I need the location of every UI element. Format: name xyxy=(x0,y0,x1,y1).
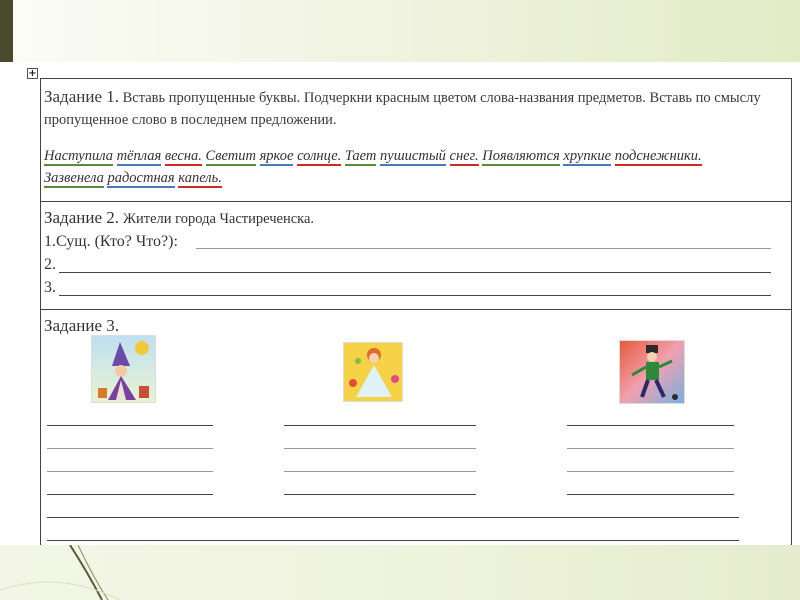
answer-line-col2-1[interactable] xyxy=(284,425,476,426)
wizard-icon xyxy=(98,341,149,400)
slide-accent-strip xyxy=(0,0,13,62)
task1-section: Задание 1. Вставь пропущенные буквы. Под… xyxy=(41,79,791,202)
answer-line-1[interactable] xyxy=(196,248,771,249)
answer-line-col1-2[interactable] xyxy=(47,448,213,449)
task2-title: Задание 2. xyxy=(44,208,119,227)
answer-line-3[interactable] xyxy=(59,295,771,296)
jester-icon xyxy=(631,345,678,400)
answer-line-col2-4[interactable] xyxy=(284,494,476,495)
task2-section: Задание 2. Жители города Частиреченска. … xyxy=(41,202,791,310)
task1-instruction: Вставь пропущенные буквы. Подчеркни крас… xyxy=(44,90,761,128)
word-sneg: снег. xyxy=(449,148,479,166)
task1-title: Задание 1. xyxy=(44,87,119,106)
task2-header: Задание 2. Жители города Частиреченска. xyxy=(44,208,314,228)
answer-line-col1-1[interactable] xyxy=(47,425,213,426)
answer-line-col2-3[interactable] xyxy=(284,471,476,472)
word-svetit: Светит xyxy=(205,148,256,166)
answer-line-col1-4[interactable] xyxy=(47,494,213,495)
slide-background-top xyxy=(0,0,800,62)
word-pushistyi: пушистый xyxy=(380,148,446,166)
worksheet-table: Задание 1. Вставь пропущенные буквы. Под… xyxy=(40,78,792,545)
word-hrupkie: хрупкие xyxy=(563,148,612,166)
task3-section: Задание 3. xyxy=(41,310,791,546)
task1-sentences: Наступила тёплая весна. Светит яркое сол… xyxy=(44,145,789,189)
answer-line-col3-3[interactable] xyxy=(567,471,734,472)
word-kapel: капель. xyxy=(178,170,222,188)
task2-line1-label: 1.Сущ. (Кто? Что?): xyxy=(44,233,178,250)
answer-line-full-1[interactable] xyxy=(47,517,739,518)
word-taet: Тает xyxy=(344,148,377,166)
word-podsnezhniki: подснежники. xyxy=(614,148,702,166)
answer-line-col3-4[interactable] xyxy=(567,494,734,495)
jester-picture xyxy=(619,340,685,404)
wizard-picture xyxy=(91,335,156,403)
task2-subtitle: Жители города Частиреченска. xyxy=(123,211,315,227)
word-yarkoe: яркое xyxy=(259,148,294,166)
word-solnce: солнце. xyxy=(297,148,342,166)
fairy-icon xyxy=(349,348,399,397)
slide-background-bottom xyxy=(0,545,800,600)
fairy-picture xyxy=(343,342,403,402)
word-teplaya: тёплая xyxy=(116,148,162,166)
task2-line3-label: 3. xyxy=(44,279,56,296)
word-nastupila: Наступила xyxy=(44,148,113,166)
word-zazvenela: Зазвенела xyxy=(44,170,104,188)
answer-line-col3-2[interactable] xyxy=(567,448,734,449)
word-radostnaya: радостная xyxy=(107,170,175,188)
decorative-swoosh-icon xyxy=(0,545,121,600)
answer-line-col3-1[interactable] xyxy=(567,425,734,426)
answer-line-2[interactable] xyxy=(59,272,771,273)
answer-line-full-2[interactable] xyxy=(47,540,739,541)
task2-line2-label: 2. xyxy=(44,256,56,273)
answer-line-col2-2[interactable] xyxy=(284,448,476,449)
task1-header: Задание 1. Вставь пропущенные буквы. Под… xyxy=(44,86,789,131)
answer-line-col1-3[interactable] xyxy=(47,471,213,472)
word-poyavlyayutsya: Появляются xyxy=(482,148,560,166)
word-vesna: весна. xyxy=(164,148,202,166)
table-move-handle-icon[interactable]: + xyxy=(27,68,38,79)
task3-title: Задание 3. xyxy=(44,316,119,335)
